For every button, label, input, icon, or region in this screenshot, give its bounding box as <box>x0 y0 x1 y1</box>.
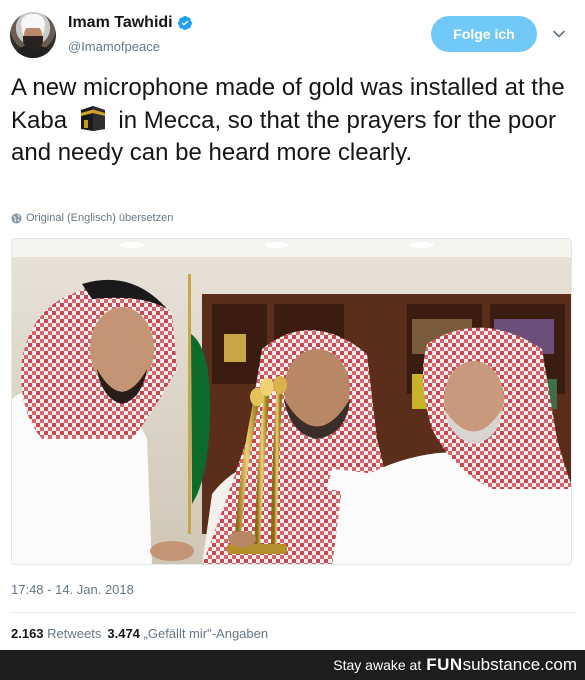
follow-button[interactable]: Folge ich <box>431 16 537 52</box>
globe-icon <box>11 212 22 224</box>
author-display-name[interactable]: Imam Tawhidi <box>68 14 173 32</box>
author-name-row[interactable]: Imam Tawhidi <box>68 14 193 32</box>
tweet-header: Imam Tawhidi @Imamofpeace Folge ich <box>0 0 585 70</box>
likes-stat[interactable]: 3.474 „Gefällt mir"-Angaben <box>107 626 268 641</box>
likes-count: 3.474 <box>107 626 140 641</box>
tweet-stats: 2.163 Retweets 3.474 „Gefällt mir"-Angab… <box>11 626 268 641</box>
divider <box>11 612 575 613</box>
likes-label: „Gefällt mir"-Angaben <box>143 626 269 641</box>
tweet-text: A new microphone made of gold was instal… <box>11 72 576 169</box>
retweets-label: Retweets <box>47 626 102 641</box>
tweet-photo[interactable] <box>11 238 572 565</box>
avatar[interactable] <box>10 12 56 58</box>
author-handle[interactable]: @Imamofpeace <box>68 39 160 54</box>
photo-illustration <box>12 239 571 564</box>
chevron-down-icon[interactable] <box>552 27 566 41</box>
footer-brand-substance: substance.com <box>462 655 577 674</box>
verified-badge-icon <box>177 16 192 30</box>
translate-link[interactable]: Original (Englisch) übersetzen <box>11 212 173 224</box>
retweets-stat[interactable]: 2.163 Retweets <box>11 626 101 641</box>
kaaba-icon <box>80 106 105 131</box>
footer-brand: FUNsubstance.com <box>426 655 577 675</box>
retweets-count: 2.163 <box>11 626 44 641</box>
footer-prefix: Stay awake at <box>333 657 422 673</box>
footer-brand-fun: FUN <box>426 655 463 674</box>
translate-label[interactable]: Original (Englisch) übersetzen <box>26 212 173 224</box>
tweet-timestamp[interactable]: 17:48 - 14. Jan. 2018 <box>11 582 134 597</box>
watermark-footer: Stay awake at FUNsubstance.com <box>0 650 585 680</box>
